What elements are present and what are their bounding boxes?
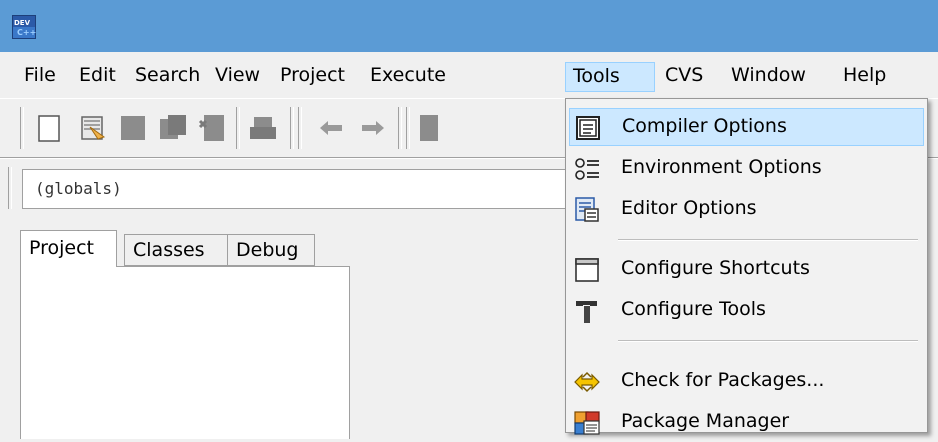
menuitem-environment-options[interactable]: Environment Options <box>569 150 924 188</box>
print-icon[interactable] <box>246 111 280 145</box>
toolbar-separator <box>8 167 12 209</box>
toolbar-separator <box>298 107 302 149</box>
menuitem-label: Configure Shortcuts <box>621 257 810 279</box>
menu-separator <box>618 340 918 342</box>
menu-file[interactable]: File <box>17 62 63 92</box>
menuitem-label: Package Manager <box>621 410 790 432</box>
redo-icon[interactable] <box>356 111 390 145</box>
class-browser-combo[interactable]: (globals) <box>22 169 582 209</box>
environment-options-icon <box>575 158 599 180</box>
menuitem-package-manager[interactable]: Package Manager <box>569 404 924 442</box>
svg-text:C++: C++ <box>17 28 36 37</box>
menu-tools[interactable]: Tools <box>565 62 655 92</box>
menu-cvs[interactable]: CVS <box>658 62 710 92</box>
menuitem-label: Configure Tools <box>621 298 766 320</box>
package-manager-icon <box>574 411 600 435</box>
close-file-icon[interactable] <box>196 111 230 145</box>
menu-window[interactable]: Window <box>724 62 813 92</box>
editor-options-icon <box>575 197 599 222</box>
menu-execute[interactable]: Execute <box>363 62 453 92</box>
project-tree-panel[interactable] <box>20 266 350 439</box>
save-icon[interactable] <box>116 111 150 145</box>
tab-project[interactable]: Project <box>20 230 117 267</box>
tab-classes[interactable]: Classes <box>124 234 228 266</box>
hammer-icon <box>576 301 597 323</box>
toolbar-separator <box>236 107 240 149</box>
menu-separator <box>618 239 918 241</box>
toolbar-separator <box>290 107 294 149</box>
compiler-options-icon <box>576 116 600 140</box>
save-all-icon[interactable] <box>156 111 190 145</box>
menu-view[interactable]: View <box>208 62 267 92</box>
menuitem-label: Editor Options <box>621 197 757 219</box>
menuitem-editor-options[interactable]: Editor Options <box>569 191 924 229</box>
menu-bar: File Edit Search View Project Execute To… <box>0 52 938 98</box>
menuitem-configure-shortcuts[interactable]: Configure Shortcuts <box>569 251 924 289</box>
undo-icon[interactable] <box>314 111 348 145</box>
menuitem-configure-tools[interactable]: Configure Tools <box>569 292 924 330</box>
menu-project[interactable]: Project <box>273 62 352 92</box>
tools-menu-dropdown: Compiler Options Environment Options Edi… <box>565 98 928 435</box>
combo-value: (globals) <box>35 179 122 198</box>
menuitem-compiler-options[interactable]: Compiler Options <box>569 108 924 146</box>
svg-text:DEV: DEV <box>14 19 31 27</box>
menuitem-check-for-packages[interactable]: Check for Packages... <box>569 363 924 401</box>
new-file-icon[interactable] <box>32 111 66 145</box>
menu-edit[interactable]: Edit <box>72 62 123 92</box>
open-project-icon[interactable] <box>76 111 110 145</box>
menu-help[interactable]: Help <box>836 62 893 92</box>
tab-debug[interactable]: Debug <box>227 234 315 266</box>
toolbar-separator <box>398 107 402 149</box>
menuitem-label: Compiler Options <box>622 115 787 137</box>
title-bar: DEV C++ <box>0 0 938 52</box>
menuitem-label: Environment Options <box>621 156 822 178</box>
toolbar-separator <box>20 107 24 149</box>
menu-search[interactable]: Search <box>128 62 207 92</box>
devcpp-app-icon[interactable]: DEV C++ <box>12 15 36 39</box>
toolbar-separator <box>406 107 410 149</box>
find-icon[interactable] <box>412 111 446 145</box>
check-packages-icon <box>574 371 600 393</box>
menuitem-label: Check for Packages... <box>621 369 825 391</box>
configure-shortcuts-icon <box>575 258 599 282</box>
